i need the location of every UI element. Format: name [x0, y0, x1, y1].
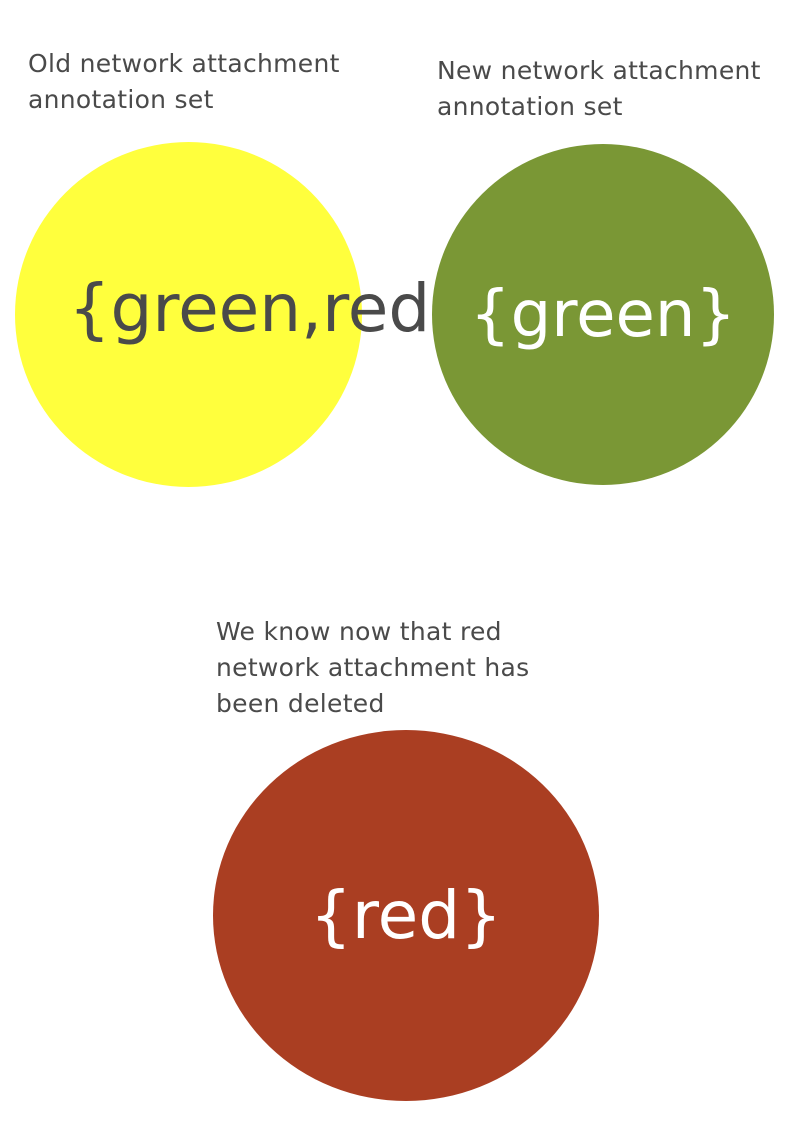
new-set-circle: {green}: [432, 144, 774, 485]
result-caption: We know now that red network attachment …: [216, 617, 530, 718]
new-set-caption: New network attachment annotation set: [437, 56, 761, 121]
result-set-circle: {red}: [213, 730, 599, 1101]
new-set-label: {green}: [469, 277, 737, 352]
old-set-circle: {green,red}: [15, 142, 473, 487]
old-set-caption: Old network attachment annotation set: [28, 49, 340, 114]
old-set-label: {green,red}: [68, 269, 473, 347]
result-set-label: {red}: [309, 876, 503, 954]
